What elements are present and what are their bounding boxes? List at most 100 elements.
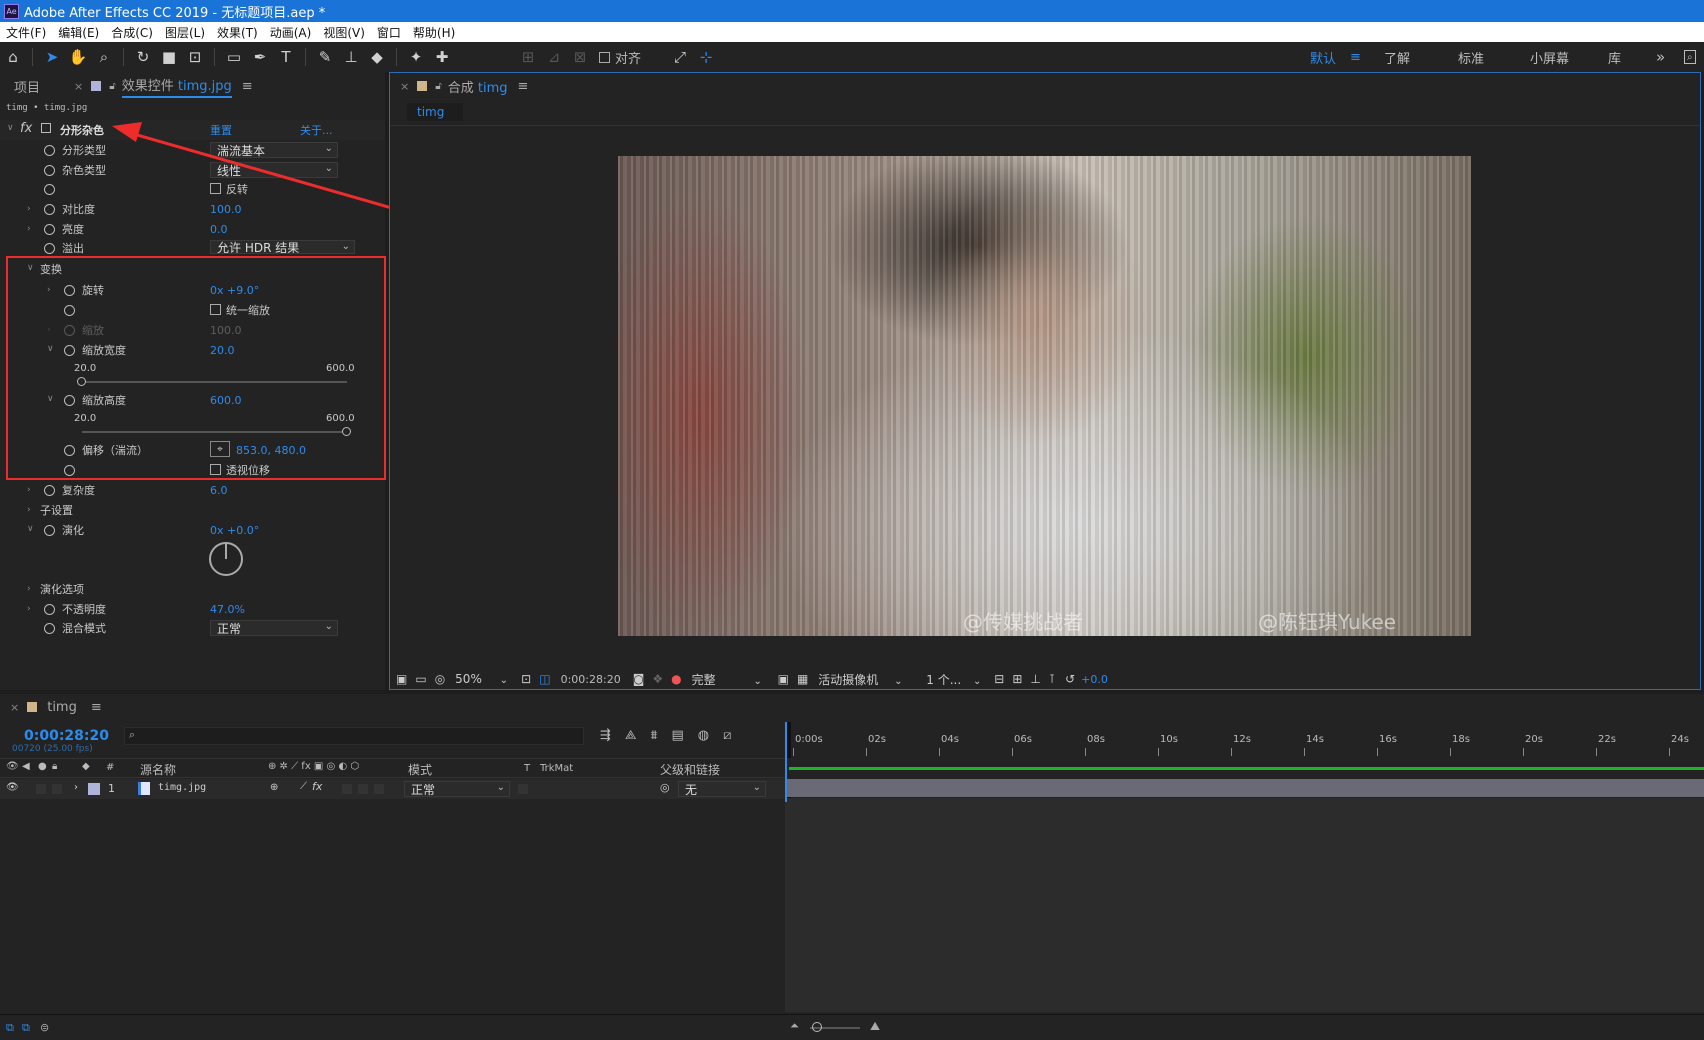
draft-3d-icon[interactable]: ⟁ <box>625 728 637 743</box>
resolution-dropdown[interactable]: 完整 ⌄ <box>692 671 768 688</box>
snapshot-camera-icon[interactable]: ◙ <box>633 672 645 686</box>
home-icon[interactable]: ⌂ <box>0 44 26 70</box>
menu-animation[interactable]: 动画(A) <box>264 24 318 41</box>
composition-viewer-image[interactable]: @传媒挑战者 @陈钰琪Yukee <box>618 156 1471 636</box>
composition-navigator-tab[interactable]: timg <box>407 103 463 121</box>
expand-chevron-icon[interactable]: › <box>27 584 31 594</box>
layer-row[interactable]: 👁︎ › 1 timg.jpg ⊕ ⟋ fx 正常 ⌄ ◎ 无 ⌄ <box>0 779 785 799</box>
lock-toggle[interactable] <box>52 784 62 794</box>
fx-icon[interactable]: fx <box>20 121 32 136</box>
time-ruler[interactable]: 0:00s 02s 04s 06s 08s 10s 12s 14s 16s 18s 20s 22s 24… <box>791 730 1704 756</box>
menu-view[interactable]: 视图(V) <box>317 24 371 41</box>
hide-shy-layers-icon[interactable]: ⩩ <box>651 728 658 743</box>
blend-mode-dropdown[interactable]: 正常 ⌄ <box>210 620 338 636</box>
audio-icon[interactable]: ◀ <box>22 761 30 772</box>
motion-blur-icon[interactable]: ◍ <box>698 728 709 743</box>
zoom-dropdown[interactable]: 50% ⌄ <box>455 672 511 686</box>
zoom-in-icon[interactable]: ⛰ <box>870 1019 880 1034</box>
transparency-grid-icon[interactable]: ▦ <box>797 672 808 686</box>
roto-brush-tool-icon[interactable]: ✦ <box>403 44 429 70</box>
clone-stamp-tool-icon[interactable]: ⊥ <box>338 44 364 70</box>
workspace-menu-icon[interactable]: ≡ <box>1350 50 1361 65</box>
menu-window[interactable]: 窗口 <box>371 24 407 41</box>
tab-timeline[interactable]: timg <box>47 700 77 715</box>
layer-search-input[interactable]: ⌕ <box>124 727 584 745</box>
playhead[interactable] <box>785 722 787 802</box>
about-link[interactable]: 关于... <box>300 122 333 138</box>
expand-chevron-icon[interactable]: › <box>27 204 31 214</box>
quality-icon[interactable]: ⟋ <box>300 781 307 792</box>
evolution-value[interactable]: 0x +0.0° <box>210 524 259 537</box>
exposure-value[interactable]: +0.0 <box>1081 673 1108 686</box>
label-color-swatch[interactable] <box>88 783 100 795</box>
parent-pickwhip-icon[interactable]: ◎ <box>660 781 670 794</box>
workspace-small-screen[interactable]: 小屏幕 <box>1530 42 1569 72</box>
switch-box[interactable] <box>374 784 384 794</box>
fit-icon[interactable]: ⊡ <box>521 672 531 686</box>
toggle-pixel-aspect-icon[interactable]: ⊟ <box>994 672 1004 686</box>
puppet-pin-tool-icon[interactable]: ✚ <box>429 44 455 70</box>
stopwatch-icon[interactable] <box>44 164 55 176</box>
brush-tool-icon[interactable]: ✎ <box>312 44 338 70</box>
hand-tool-icon[interactable]: ✋ <box>65 44 91 70</box>
views-dropdown[interactable]: 1 个... ⌄ <box>926 671 988 688</box>
monitor-icon[interactable]: ▭ <box>415 672 426 686</box>
align-checkbox[interactable] <box>599 51 610 63</box>
layer-name[interactable]: timg.jpg <box>158 782 206 793</box>
stopwatch-icon[interactable] <box>44 603 55 615</box>
complexity-value[interactable]: 6.0 <box>210 484 228 497</box>
solo-toggle[interactable] <box>36 784 46 794</box>
stopwatch-icon[interactable] <box>44 524 55 536</box>
flowchart-icon[interactable]: ⊺ <box>1049 672 1055 686</box>
fast-previews-icon[interactable]: ▣ <box>778 672 789 686</box>
label-tag-icon[interactable]: ◆ <box>82 761 90 772</box>
overflow-dropdown[interactable]: 允许 HDR 结果 ⌄ <box>210 240 355 254</box>
stretch-icon[interactable]: ⊜ <box>40 1021 49 1034</box>
region-of-interest-icon[interactable]: ◫ <box>539 672 550 686</box>
pen-tool-icon[interactable]: ✒ <box>247 44 273 70</box>
layer-in-out-icon[interactable]: ⧉ <box>22 1021 30 1035</box>
effect-header-row[interactable]: ∨ fx 分形杂色 重置 关于... <box>0 120 385 140</box>
shy-icon[interactable]: ⊕ <box>270 782 278 793</box>
timeline-zoom-handle[interactable] <box>812 1022 822 1032</box>
reset-button[interactable]: 重置 <box>210 122 232 138</box>
expand-chevron-icon[interactable]: › <box>27 505 31 515</box>
stopwatch-icon[interactable] <box>44 203 55 215</box>
expand-chevron-icon[interactable]: › <box>27 485 31 495</box>
menu-layer[interactable]: 图层(L) <box>159 24 211 41</box>
frame-blending-icon[interactable]: ▤ <box>671 728 683 743</box>
eraser-tool-icon[interactable]: ◆ <box>364 44 390 70</box>
fit-layer-icon[interactable]: ⊞ <box>1012 672 1022 686</box>
stopwatch-icon[interactable] <box>44 622 55 634</box>
close-tab-icon[interactable]: × <box>10 701 19 714</box>
reset-exposure-icon[interactable]: ↺ <box>1065 672 1075 686</box>
panel-menu-icon[interactable]: ≡ <box>91 700 102 715</box>
panel-menu-icon[interactable]: ≡ <box>517 79 528 94</box>
parent-dropdown[interactable]: 无 ⌄ <box>678 781 766 797</box>
workspace-learn[interactable]: 了解 <box>1384 42 1410 72</box>
vr-glasses-icon[interactable]: ◎ <box>435 672 445 686</box>
timeline-icon[interactable]: ⊥ <box>1030 672 1040 686</box>
menu-edit[interactable]: 编辑(E) <box>52 24 105 41</box>
more-workspaces-icon[interactable]: » <box>1656 42 1665 72</box>
workspace-standard[interactable]: 标准 <box>1458 42 1484 72</box>
stopwatch-icon[interactable] <box>44 484 55 496</box>
color-channels-icon[interactable]: ● <box>671 672 681 686</box>
render-time-icon[interactable]: ⧉ <box>6 1021 14 1035</box>
text-tool-icon[interactable]: T <box>273 44 299 70</box>
evolution-angle-dial[interactable] <box>209 542 243 576</box>
rectangle-tool-icon[interactable]: ▭ <box>221 44 247 70</box>
contrast-value[interactable]: 100.0 <box>210 203 242 216</box>
switch-box[interactable] <box>342 784 352 794</box>
lock-column-icon[interactable]: 🔒︎ <box>52 761 57 772</box>
zoom-tool-icon[interactable]: ⌕ <box>91 44 117 70</box>
tab-project[interactable]: 项目 <box>14 77 40 96</box>
fractal-type-dropdown[interactable]: 湍流基本 ⌄ <box>210 142 338 158</box>
always-preview-icon[interactable]: ▣ <box>396 672 407 686</box>
current-time[interactable]: 0:00:28:20 <box>561 673 621 686</box>
search-help-icon[interactable]: ⌕ <box>1684 50 1696 64</box>
snap-options-icon[interactable]: ⊹ <box>693 44 719 70</box>
invert-checkbox[interactable] <box>210 183 221 194</box>
show-snapshot-icon[interactable]: ❖ <box>652 672 663 686</box>
close-tab-icon[interactable]: × <box>400 80 409 93</box>
